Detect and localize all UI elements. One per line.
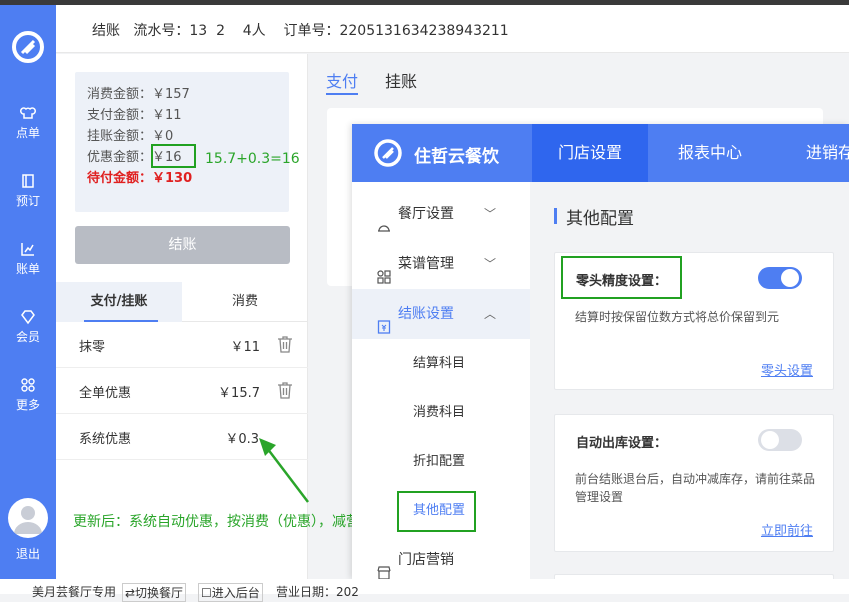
chevron-up-icon: ︿ — [484, 307, 497, 321]
tab-credit[interactable]: 挂账 — [385, 68, 417, 92]
annotation-formula: 15.7+0.3=16 — [205, 151, 300, 167]
nav-item-order[interactable]: 点单 — [0, 105, 56, 151]
enter-backend-button[interactable]: ☐进入后台 — [198, 583, 263, 602]
other-config-area: 其他配置 零头精度设置： 结算时按保留位数方式将总价保留到元 零头设置 自动出库… — [538, 182, 849, 584]
sidebar-sub-discount[interactable]: 折扣配置 — [352, 437, 530, 486]
chef-hat-icon — [20, 105, 36, 121]
receipt-icon — [376, 306, 392, 334]
amount-summary: 消费金额：￥157 支付金额：￥11 挂账金额：￥0 优惠金额：￥16 待付金额… — [75, 72, 289, 212]
menu-report-center[interactable]: 报表中心 — [652, 124, 768, 182]
card-description: 结算时按保留位数方式将总价保留到元 — [575, 310, 780, 324]
consume-amount: 消费金额：￥157 — [87, 87, 190, 102]
store-icon — [376, 552, 392, 580]
discount-label: 优惠金额： — [87, 150, 153, 165]
discount-name: 全单优惠 — [79, 386, 132, 401]
chevron-down-icon: ﹀ — [484, 207, 497, 221]
section-title: 其他配置 — [554, 204, 634, 229]
menu-store-settings[interactable]: 门店设置 — [532, 124, 649, 182]
tab-consumption[interactable]: 消费 — [182, 282, 308, 322]
admin-window: 住哲云餐饮 门店设置 报表中心 进销存 餐厅设置 ﹀ 菜谱管理 ﹀ 结账设置 ︿… — [352, 124, 849, 584]
brand-name: 住哲云餐饮 — [414, 147, 499, 167]
sidebar-sub-settlement[interactable]: 结算科目 — [352, 339, 530, 388]
trash-icon[interactable] — [276, 380, 294, 400]
go-now-link[interactable]: 立即前往 — [761, 520, 813, 539]
discount-name: 抹零 — [79, 340, 106, 355]
book-icon — [20, 173, 36, 189]
nav-label: 会员 — [15, 330, 40, 344]
nav-label: 点单 — [15, 126, 40, 140]
nav-item-bills[interactable]: 账单 — [0, 241, 56, 287]
rounding-settings-link[interactable]: 零头设置 — [761, 360, 813, 379]
annotation-note: 更新后：系统自动优惠，按消费（优惠），减营收 — [73, 514, 374, 530]
checkout-button[interactable]: 结账 — [75, 226, 290, 264]
chart-icon — [20, 241, 36, 257]
brand-logo-icon — [374, 139, 402, 167]
nav-label: 预订 — [15, 194, 40, 208]
sidebar-item-checkout-settings[interactable]: 结账设置 ︿ — [352, 289, 530, 339]
nav-item-more[interactable]: 更多 — [0, 377, 56, 423]
nav-item-member[interactable]: 会员 — [0, 309, 56, 355]
grid-icon — [20, 377, 36, 393]
tab-pay[interactable]: 支付 — [326, 68, 359, 95]
config-card-auto-stock: 自动出库设置： 前台结账退台后，自动冲减库存，请前往菜品管理设置 立即前往 — [554, 414, 834, 552]
diamond-icon — [20, 309, 36, 325]
paid-amount: 支付金额：￥11 — [87, 108, 182, 123]
sidebar-item-marketing[interactable]: 门店营销 — [352, 535, 530, 585]
sidebar-item-menu[interactable]: 菜谱管理 ﹀ — [352, 239, 530, 289]
sidebar-label: 菜谱管理 — [398, 256, 454, 272]
admin-topbar: 住哲云餐饮 门店设置 报表中心 进销存 — [352, 124, 849, 182]
cloche-icon — [376, 206, 392, 232]
sidebar-label: 餐厅设置 — [398, 206, 454, 222]
sidebar-item-restaurant[interactable]: 餐厅设置 ﹀ — [352, 189, 530, 239]
card-title: 自动出库设置： — [576, 436, 668, 451]
menu-inventory[interactable]: 进销存 — [780, 124, 849, 182]
discount-amount-value: ￥11 — [230, 340, 260, 355]
logout-button[interactable]: 退出 — [0, 545, 56, 562]
nav-label: 更多 — [15, 398, 40, 412]
switch-restaurant-button[interactable]: ⇄切换餐厅 — [122, 583, 187, 602]
toggle-knob — [761, 431, 779, 449]
discount-amount-value: ￥0.3 — [225, 432, 259, 447]
left-nav: 点单 预订 账单 会员 更多 退出 — [0, 5, 56, 579]
rounding-toggle[interactable] — [758, 267, 802, 289]
chevron-down-icon: ﹀ — [484, 257, 497, 271]
app-logo-icon — [12, 31, 44, 63]
discount-amount-value: ￥15.7 — [218, 386, 260, 401]
annotation-box — [561, 256, 682, 299]
nav-item-booking[interactable]: 预订 — [0, 173, 56, 219]
panel-tabs: 支付/挂账 消费 — [56, 282, 308, 322]
card-description: 前台结账退台后，自动冲减库存，请前往菜品管理设置 — [575, 472, 816, 504]
sidebar-label: 结账设置 — [398, 306, 454, 322]
discount-row: 抹零 ￥11 — [56, 322, 308, 368]
order-header: 结账 流水号：13 2 4人 订单号：2205131634238943211 — [56, 5, 849, 53]
sidebar-sub-consumption[interactable]: 消费科目 — [352, 388, 530, 437]
due-amount: 待付金额：￥130 — [87, 171, 193, 186]
auto-stock-toggle[interactable] — [758, 429, 802, 451]
avatar[interactable] — [8, 498, 48, 538]
toggle-knob — [781, 269, 799, 287]
business-date: 营业日期：202 — [276, 585, 359, 599]
discount-name: 系统优惠 — [79, 432, 132, 447]
order-info: 结账 流水号：13 2 4人 订单号：2205131634238943211 — [92, 23, 509, 39]
restaurant-name: 美月芸餐厅专用 — [32, 585, 117, 599]
status-footer: 美月芸餐厅专用 ⇄切换餐厅 ☐进入后台 营业日期：202 — [0, 579, 849, 602]
annotation-box — [397, 491, 476, 532]
annotation-box — [151, 144, 196, 168]
annotation-arrow — [259, 438, 309, 503]
discount-row: 全单优惠 ￥15.7 — [56, 368, 308, 414]
sidebar-label: 门店营销 — [398, 552, 454, 568]
tab-payment-credit[interactable]: 支付/挂账 — [56, 282, 182, 322]
nav-label: 账单 — [15, 262, 40, 276]
grid-icon — [376, 256, 392, 284]
trash-icon[interactable] — [276, 334, 294, 354]
